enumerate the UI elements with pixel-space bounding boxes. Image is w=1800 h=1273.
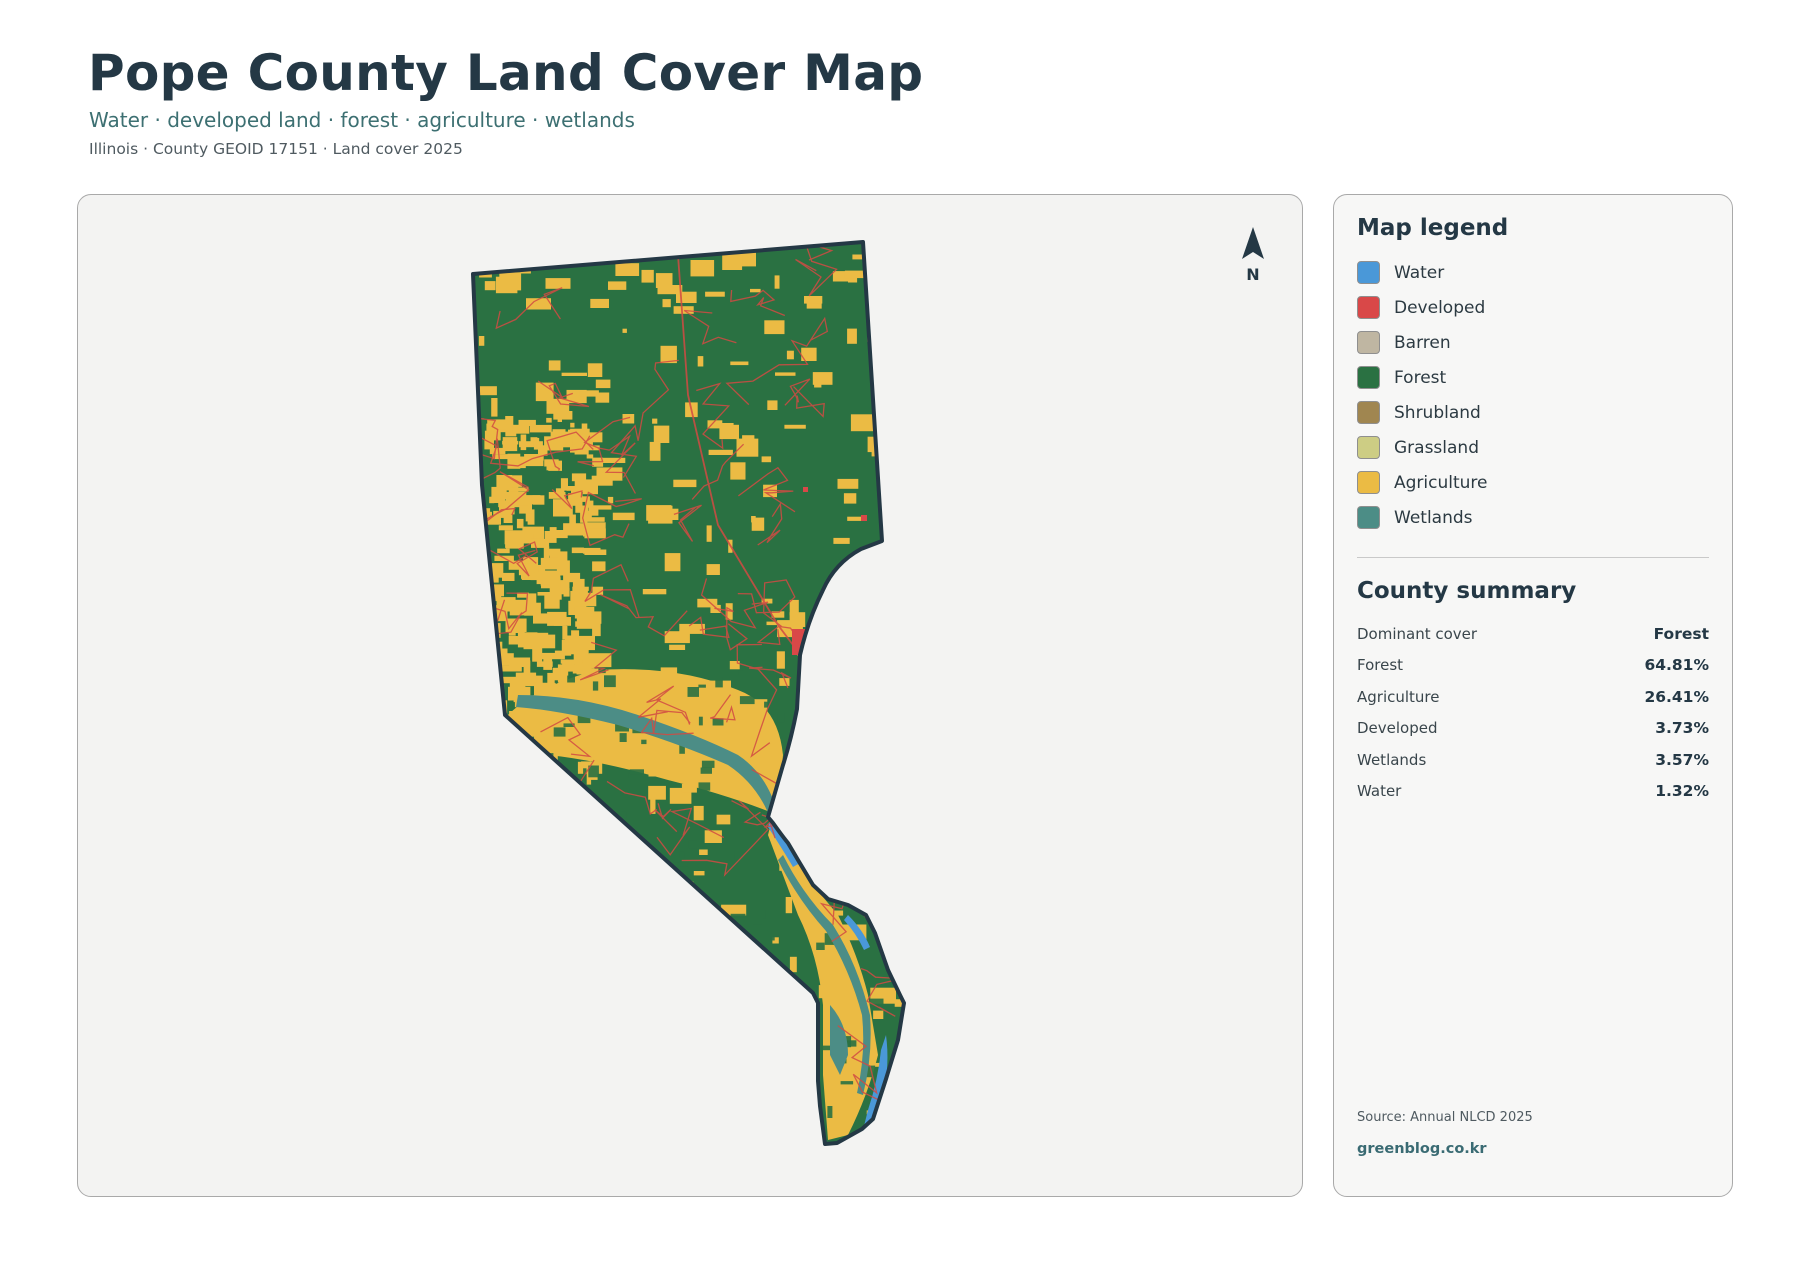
legend-swatch <box>1357 401 1380 424</box>
legend-swatch <box>1357 331 1380 354</box>
divider <box>1357 557 1709 558</box>
legend-swatch <box>1357 261 1380 284</box>
legend-label: Water <box>1394 262 1445 283</box>
legend-label: Barren <box>1394 332 1451 353</box>
legend-item-developed: Developed <box>1357 290 1709 325</box>
legend-item-wetlands: Wetlands <box>1357 500 1709 535</box>
summary-title: County summary <box>1357 578 1577 604</box>
legend-item-forest: Forest <box>1357 360 1709 395</box>
legend-label: Wetlands <box>1394 507 1473 528</box>
county-map[interactable] <box>78 195 1302 1196</box>
summary-value: 3.57% <box>1655 750 1709 769</box>
legend-label: Grassland <box>1394 437 1479 458</box>
legend-item-barren: Barren <box>1357 325 1709 360</box>
legend-swatch <box>1357 366 1380 389</box>
page-meta: Illinois · County GEOID 17151 · Land cov… <box>89 140 463 158</box>
summary-row: Dominant cover Forest <box>1357 618 1709 650</box>
summary-value: 26.41% <box>1644 687 1709 706</box>
legend-label: Agriculture <box>1394 472 1488 493</box>
page-title: Pope County Land Cover Map <box>88 44 924 102</box>
summary-label: Dominant cover <box>1357 624 1478 643</box>
summary-row: Water 1.32% <box>1357 776 1709 808</box>
summary-label: Wetlands <box>1357 750 1427 769</box>
legend-item-agriculture: Agriculture <box>1357 465 1709 500</box>
north-label: N <box>1246 265 1260 284</box>
summary-label: Forest <box>1357 656 1404 675</box>
legend-list: Water Developed Barren Forest Shrubland Grass… <box>1357 255 1709 535</box>
page-subtitle: Water · developed land · forest · agricu… <box>89 108 635 132</box>
legend-item-grassland: Grassland <box>1357 430 1709 465</box>
legend-swatch <box>1357 471 1380 494</box>
summary-row: Developed 3.73% <box>1357 713 1709 745</box>
summary-row: Agriculture 26.41% <box>1357 681 1709 713</box>
legend-swatch <box>1357 436 1380 459</box>
summary-value: Forest <box>1653 624 1709 643</box>
summary-value: 3.73% <box>1655 719 1709 738</box>
legend-item-water: Water <box>1357 255 1709 290</box>
site-link[interactable]: greenblog.co.kr <box>1357 1141 1487 1157</box>
summary-value: 64.81% <box>1644 656 1709 675</box>
summary-label: Water <box>1357 782 1402 801</box>
summary-value: 1.32% <box>1655 782 1709 801</box>
summary-label: Agriculture <box>1357 687 1440 706</box>
summary-row: Wetlands 3.57% <box>1357 744 1709 776</box>
summary-label: Developed <box>1357 719 1438 738</box>
legend-item-shrubland: Shrubland <box>1357 395 1709 430</box>
summary-row: Forest 64.81% <box>1357 650 1709 682</box>
source-note: Source: Annual NLCD 2025 <box>1357 1110 1533 1125</box>
side-panel: Map legend Water Developed Barren Forest Shr… <box>1333 194 1733 1197</box>
legend-title: Map legend <box>1357 215 1509 241</box>
legend-label: Forest <box>1394 367 1447 388</box>
legend-label: Shrubland <box>1394 402 1481 423</box>
summary-list: Dominant cover Forest Forest 64.81% Agricult… <box>1357 618 1709 807</box>
map-panel[interactable]: N <box>77 194 1303 1197</box>
legend-swatch <box>1357 506 1380 529</box>
legend-swatch <box>1357 296 1380 319</box>
legend-label: Developed <box>1394 297 1486 318</box>
